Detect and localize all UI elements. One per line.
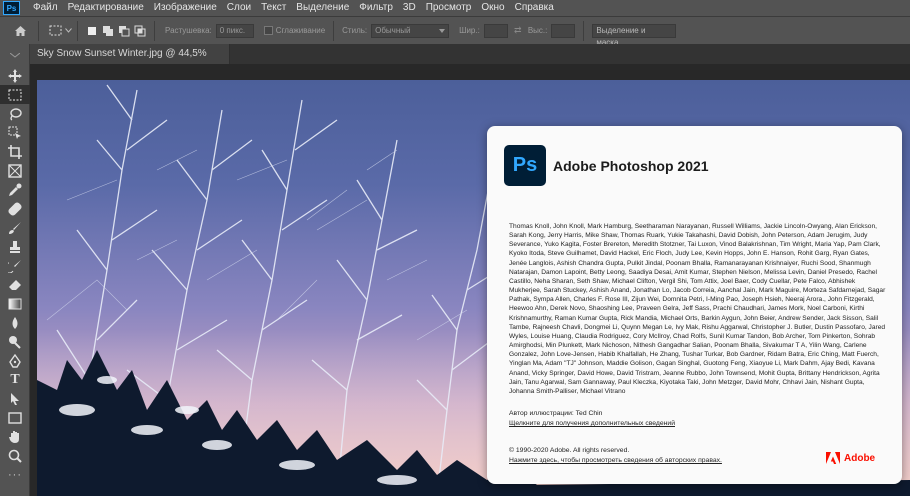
new-selection-icon[interactable]	[84, 23, 100, 39]
menu-file[interactable]: Файл	[28, 0, 63, 16]
clone-stamp-tool-icon[interactable]	[0, 237, 30, 256]
swap-icon[interactable]: ⇄	[508, 23, 528, 39]
menu-filter[interactable]: Фильтр	[354, 0, 398, 16]
eyedropper-tool-icon[interactable]	[0, 180, 30, 199]
brush-tool-icon[interactable]	[0, 218, 30, 237]
style-select-value: Обычный	[375, 25, 411, 35]
menu-window[interactable]: Окно	[476, 0, 509, 16]
style-label: Стиль:	[342, 26, 368, 35]
select-and-mask-button[interactable]: Выделение и маска...	[592, 23, 677, 47]
copyright-text: © 1990-2020 Adobe. All rights reserved.	[509, 447, 630, 454]
tool-preset-chevron-icon[interactable]	[63, 23, 73, 39]
rectangle-tool-icon[interactable]	[0, 408, 30, 427]
antialias-checkbox[interactable]	[263, 26, 273, 35]
about-photoshop-dialog[interactable]: Ps Adobe Photoshop 2021 Thomas Knoll, Jo…	[487, 126, 902, 484]
tab-strip	[230, 44, 910, 64]
tools-panel: T ···	[0, 44, 30, 496]
feather-input[interactable]: 0 пикс.	[215, 23, 254, 38]
hand-tool-icon[interactable]	[0, 427, 30, 446]
object-selection-tool-icon[interactable]	[0, 123, 30, 142]
home-icon[interactable]	[12, 23, 28, 39]
path-selection-tool-icon[interactable]	[0, 389, 30, 408]
rect-marquee-icon[interactable]	[47, 23, 63, 39]
more-info-link[interactable]: Щелкните для получения дополнительных св…	[509, 420, 675, 427]
gradient-tool-icon[interactable]	[0, 294, 30, 313]
intersect-selection-icon[interactable]	[132, 23, 148, 39]
menu-type[interactable]: Текст	[256, 0, 291, 16]
width-input[interactable]	[483, 23, 508, 38]
subtract-selection-icon[interactable]	[116, 23, 132, 39]
menu-select[interactable]: Выделение	[291, 0, 354, 16]
add-selection-icon[interactable]	[100, 23, 116, 39]
options-bar: Растушевка: 0 пикс. Сглаживание Стиль: О…	[0, 16, 910, 47]
adobe-brand: Adobe	[826, 452, 875, 464]
legal-notices-link[interactable]: Нажмите здесь, чтобы просмотреть сведени…	[509, 457, 722, 464]
credits-text: Thomas Knoll, John Knoll, Mark Hamburg, …	[509, 223, 886, 395]
photoshop-logo-icon: Ps	[3, 1, 20, 15]
height-input[interactable]	[551, 23, 576, 38]
more-tools-icon[interactable]: ···	[0, 465, 30, 484]
menu-edit[interactable]: Редактирование	[63, 0, 149, 16]
panel-collapse-icon[interactable]	[0, 44, 29, 66]
menu-layer[interactable]: Слои	[222, 0, 256, 16]
adobe-logo-icon	[826, 452, 840, 464]
height-label: Выс.:	[527, 26, 548, 35]
frame-tool-icon[interactable]	[0, 161, 30, 180]
eraser-tool-icon[interactable]	[0, 275, 30, 294]
type-tool-icon[interactable]: T	[0, 370, 30, 389]
menu-help[interactable]: Справка	[510, 0, 559, 16]
style-select[interactable]: Обычный	[371, 23, 450, 38]
blur-tool-icon[interactable]	[0, 313, 30, 332]
menu-view[interactable]: Просмотр	[421, 0, 477, 16]
lasso-tool-icon[interactable]	[0, 104, 30, 123]
width-label: Шир.:	[459, 26, 480, 35]
history-brush-tool-icon[interactable]	[0, 256, 30, 275]
marquee-tool-icon[interactable]	[0, 85, 30, 104]
zoom-tool-icon[interactable]	[0, 446, 30, 465]
adobe-brand-text: Adobe	[844, 452, 876, 464]
antialias-label: Сглаживание	[275, 26, 326, 35]
dodge-tool-icon[interactable]	[0, 332, 30, 351]
menu-bar: Ps Файл Редактирование Изображение Слои …	[0, 0, 910, 16]
move-tool-icon[interactable]	[0, 66, 30, 85]
about-title: Adobe Photoshop 2021	[553, 158, 709, 174]
chevron-down-icon	[439, 28, 446, 33]
healing-brush-tool-icon[interactable]	[0, 199, 30, 218]
illustration-author: Автор иллюстрации: Ted Chin	[509, 410, 603, 417]
menu-3d[interactable]: 3D	[398, 0, 421, 16]
pen-tool-icon[interactable]	[0, 351, 30, 370]
menu-image[interactable]: Изображение	[149, 0, 222, 16]
document-tab[interactable]: Sky Snow Sunset Winter.jpg @ 44,5% (RGB/…	[30, 44, 230, 79]
photoshop-app-icon: Ps	[504, 145, 546, 186]
crop-tool-icon[interactable]	[0, 142, 30, 161]
feather-label: Растушевка:	[165, 26, 212, 35]
